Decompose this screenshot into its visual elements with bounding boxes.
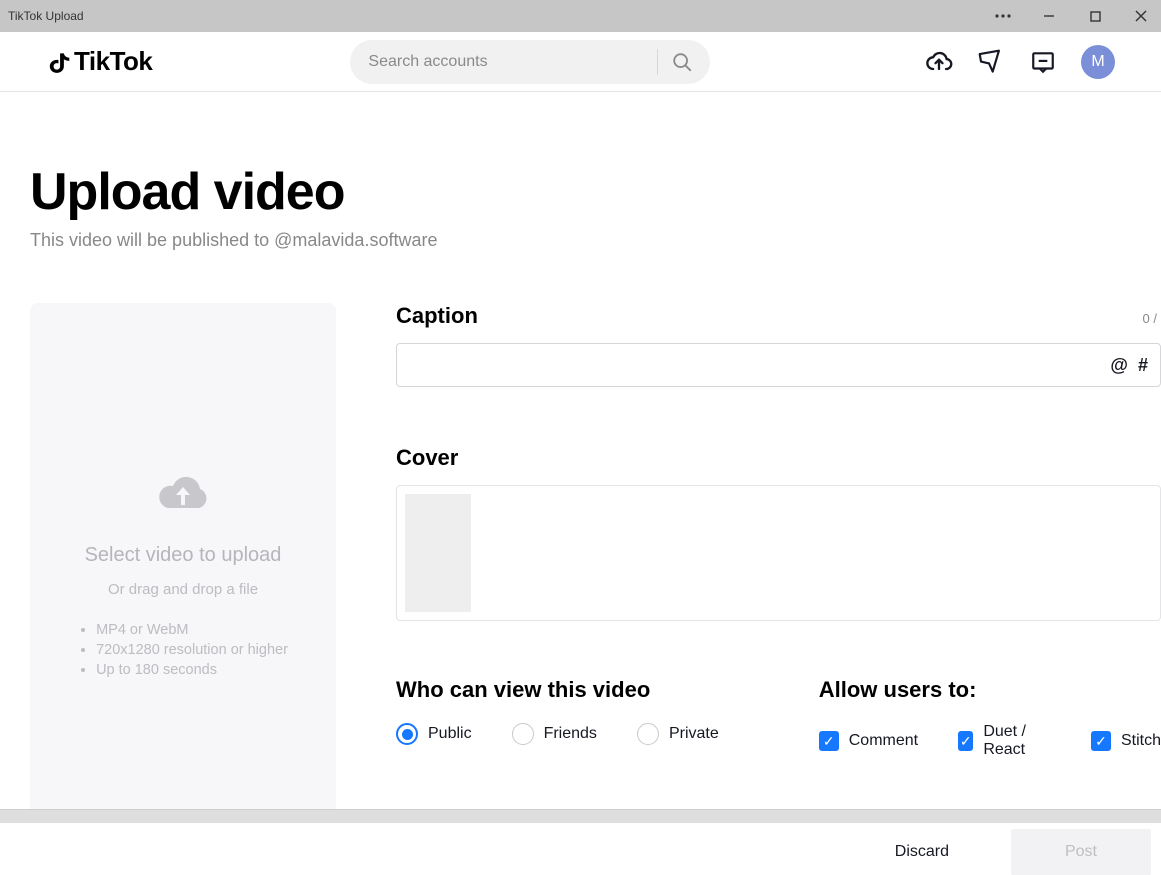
search-box[interactable] bbox=[350, 40, 710, 84]
dropzone-hints: MP4 or WebM 720x1280 resolution or highe… bbox=[78, 622, 288, 682]
checkbox-label: Stitch bbox=[1121, 732, 1161, 750]
window-more-icon[interactable] bbox=[993, 6, 1013, 26]
radio-icon[interactable] bbox=[512, 723, 534, 745]
radio-icon[interactable] bbox=[396, 723, 418, 745]
tiktok-note-icon bbox=[46, 49, 72, 75]
radio-label: Friends bbox=[544, 725, 597, 743]
checkbox-icon[interactable]: ✓ bbox=[958, 731, 973, 751]
dropzone-hint: Up to 180 seconds bbox=[96, 662, 288, 678]
radio-label: Private bbox=[669, 725, 719, 743]
cover-label: Cover bbox=[396, 445, 1161, 471]
search-divider bbox=[657, 49, 658, 75]
avatar-initial: M bbox=[1091, 53, 1104, 71]
discard-button[interactable]: Discard bbox=[873, 831, 971, 873]
privacy-label: Who can view this video bbox=[396, 677, 719, 703]
main-content: Upload video This video will be publishe… bbox=[0, 92, 1161, 875]
caption-box: @ # bbox=[396, 343, 1161, 387]
tiktok-logo[interactable]: TikTok bbox=[46, 46, 152, 77]
tiktok-wordmark: TikTok bbox=[74, 46, 152, 77]
allow-option-comment[interactable]: ✓ Comment bbox=[819, 723, 918, 759]
allow-option-duet[interactable]: ✓ Duet / React bbox=[958, 723, 1051, 759]
checkbox-icon[interactable]: ✓ bbox=[819, 731, 839, 751]
dropzone-hint: 720x1280 resolution or higher bbox=[96, 642, 288, 658]
caption-label: Caption bbox=[396, 303, 478, 329]
inbox-icon[interactable] bbox=[1029, 48, 1057, 76]
post-button[interactable]: Post bbox=[1011, 829, 1151, 875]
caption-count: 0 / bbox=[1143, 311, 1157, 326]
allow-option-stitch[interactable]: ✓ Stitch bbox=[1091, 723, 1161, 759]
dropzone-hint: MP4 or WebM bbox=[96, 622, 288, 638]
upload-cloud-icon[interactable] bbox=[925, 48, 953, 76]
cover-thumbnail[interactable] bbox=[405, 494, 471, 612]
page-subtitle: This video will be published to @malavid… bbox=[30, 230, 1161, 251]
privacy-option-friends[interactable]: Friends bbox=[512, 723, 597, 745]
send-icon[interactable] bbox=[977, 48, 1005, 76]
privacy-option-private[interactable]: Private bbox=[637, 723, 719, 745]
checkbox-label: Comment bbox=[849, 732, 918, 750]
mention-button[interactable]: @ bbox=[1110, 355, 1128, 376]
checkbox-icon[interactable]: ✓ bbox=[1091, 731, 1111, 751]
dropzone-title: Select video to upload bbox=[85, 544, 282, 567]
hashtag-button[interactable]: # bbox=[1138, 355, 1148, 376]
window-title: TikTok Upload bbox=[8, 9, 84, 23]
window-maximize-icon[interactable] bbox=[1085, 6, 1105, 26]
privacy-option-public[interactable]: Public bbox=[396, 723, 472, 745]
radio-label: Public bbox=[428, 725, 472, 743]
window-titlebar: TikTok Upload bbox=[0, 0, 1161, 32]
video-dropzone[interactable]: Select video to upload Or drag and drop … bbox=[30, 303, 336, 818]
top-nav: TikTok M bbox=[0, 32, 1161, 92]
privacy-radio-group: Public Friends Private bbox=[396, 723, 719, 745]
allow-label: Allow users to: bbox=[819, 677, 1161, 703]
checkbox-label: Duet / React bbox=[983, 723, 1051, 759]
allow-check-group: ✓ Comment ✓ Duet / React ✓ Stitch bbox=[819, 723, 1161, 759]
window-minimize-icon[interactable] bbox=[1039, 6, 1059, 26]
page-title: Upload video bbox=[30, 162, 1161, 222]
caption-input[interactable] bbox=[409, 357, 1100, 374]
bottom-scrollbar[interactable] bbox=[0, 809, 1161, 823]
cover-selector[interactable] bbox=[396, 485, 1161, 621]
search-icon[interactable] bbox=[662, 42, 702, 82]
window-close-icon[interactable] bbox=[1131, 6, 1151, 26]
dropzone-subtitle: Or drag and drop a file bbox=[108, 581, 258, 598]
cloud-upload-icon bbox=[156, 473, 210, 518]
radio-icon[interactable] bbox=[637, 723, 659, 745]
search-input[interactable] bbox=[368, 53, 649, 71]
avatar[interactable]: M bbox=[1081, 45, 1115, 79]
